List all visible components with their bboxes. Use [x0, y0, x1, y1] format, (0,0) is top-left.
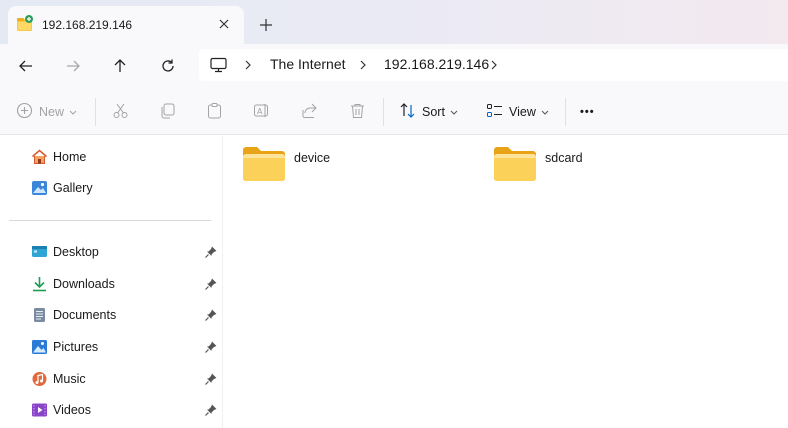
pictures-icon [30, 338, 48, 356]
folder-item-device[interactable]: device [242, 146, 462, 186]
divider [383, 98, 384, 126]
sort-label: Sort [422, 105, 445, 119]
svg-text:A: A [257, 107, 263, 116]
plus-circle-icon [16, 102, 33, 122]
sidebar-item-music[interactable]: Music [30, 367, 220, 391]
navigation-pane: Home Gallery Desktop Downloads Documents [0, 136, 222, 428]
arrow-right-icon[interactable] [58, 51, 88, 81]
folder-name: device [294, 151, 331, 165]
sidebar-item-pictures[interactable]: Pictures [30, 335, 220, 359]
sidebar-item-label: Gallery [53, 181, 93, 195]
document-icon [30, 306, 48, 324]
chevron-down-icon [450, 105, 458, 119]
music-icon [30, 370, 48, 388]
sidebar-item-videos[interactable]: Videos [30, 398, 220, 422]
pin-icon[interactable] [204, 277, 218, 291]
chevron-down-icon [541, 105, 549, 119]
share-icon [301, 102, 318, 122]
folder-name: sdcard [545, 151, 583, 165]
divider [95, 98, 96, 126]
view-button[interactable]: View [486, 96, 549, 128]
view-label: View [509, 105, 536, 119]
share-button[interactable] [301, 96, 318, 128]
sidebar-item-label: Music [53, 372, 86, 386]
sidebar-item-label: Pictures [53, 340, 99, 354]
navigation-bar: The Internet 192.168.219.146 [0, 44, 788, 88]
sidebar-item-label: Home [53, 150, 87, 164]
more-icon: ••• [580, 106, 595, 118]
monitor-icon[interactable] [210, 57, 227, 76]
sidebar-item-gallery[interactable]: Gallery [30, 176, 220, 200]
close-icon[interactable] [211, 11, 237, 37]
address-bar[interactable]: The Internet 192.168.219.146 [199, 49, 788, 81]
copy-icon [159, 102, 176, 122]
tab-active[interactable]: 192.168.219.146 [8, 6, 244, 44]
folder-icon [493, 146, 537, 182]
pin-icon[interactable] [204, 403, 218, 417]
file-list: device sdcard [223, 136, 788, 428]
download-icon [30, 275, 48, 293]
command-bar: New A Sort View ••• [0, 88, 788, 135]
copy-button[interactable] [159, 96, 176, 128]
scissors-icon [112, 102, 129, 122]
pin-icon[interactable] [204, 372, 218, 386]
arrow-left-icon[interactable] [11, 51, 41, 81]
new-label: New [39, 105, 65, 119]
home-icon [30, 148, 48, 166]
divider [565, 98, 566, 126]
sidebar-item-label: Downloads [53, 277, 115, 291]
sort-button[interactable]: Sort [399, 96, 458, 128]
arrow-up-icon[interactable] [105, 51, 135, 81]
clipboard-icon [206, 102, 223, 122]
video-icon [30, 401, 48, 419]
cut-button[interactable] [112, 96, 129, 128]
chevron-down-icon [69, 105, 77, 119]
rename-button[interactable]: A [253, 96, 270, 128]
sidebar-item-label: Desktop [53, 245, 99, 259]
network-folder-icon [16, 15, 34, 33]
chevron-right-icon[interactable] [241, 58, 255, 72]
sidebar-divider [9, 220, 211, 221]
folder-icon [242, 146, 286, 182]
plus-icon[interactable] [253, 12, 279, 38]
sort-icon [399, 102, 416, 122]
sidebar-item-home[interactable]: Home [30, 145, 220, 169]
view-icon [486, 102, 503, 122]
refresh-icon[interactable] [153, 51, 183, 81]
new-button[interactable]: New [16, 96, 77, 128]
sidebar-item-label: Videos [53, 403, 91, 417]
tab-strip: 192.168.219.146 [0, 0, 788, 44]
pin-icon[interactable] [204, 245, 218, 259]
rename-icon: A [253, 102, 270, 122]
delete-button[interactable] [349, 96, 366, 128]
pin-icon[interactable] [204, 340, 218, 354]
breadcrumb-the-internet[interactable]: The Internet [270, 56, 346, 72]
sidebar-item-desktop[interactable]: Desktop [30, 240, 220, 264]
paste-button[interactable] [206, 96, 223, 128]
breadcrumb-host[interactable]: 192.168.219.146 [384, 56, 489, 72]
tab-title: 192.168.219.146 [42, 18, 133, 32]
more-options-button[interactable]: ••• [580, 96, 595, 128]
chevron-right-icon[interactable] [487, 58, 501, 72]
gallery-icon [30, 179, 48, 197]
sidebar-item-label: Documents [53, 308, 117, 322]
sidebar-item-downloads[interactable]: Downloads [30, 272, 220, 296]
pin-icon[interactable] [204, 308, 218, 322]
desktop-icon [30, 243, 48, 261]
trash-icon [349, 102, 366, 122]
chevron-right-icon[interactable] [356, 58, 370, 72]
sidebar-item-documents[interactable]: Documents [30, 303, 220, 327]
folder-item-sdcard[interactable]: sdcard [493, 146, 713, 186]
